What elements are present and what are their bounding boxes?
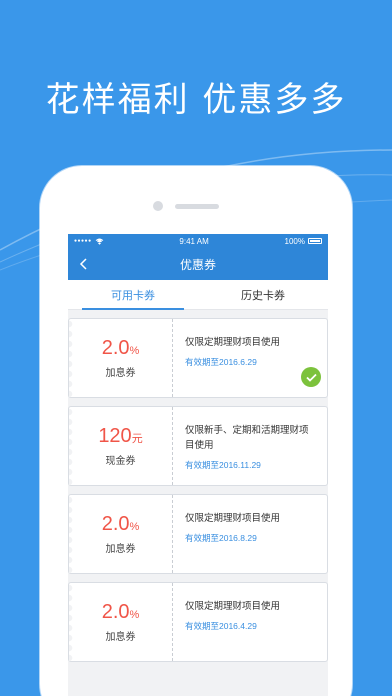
navbar: 优惠券 xyxy=(68,248,328,280)
coupon-validity: 有效期至2016.6.29 xyxy=(185,357,257,367)
page-title: 优惠券 xyxy=(179,257,216,272)
coupon-type: 现金券 xyxy=(105,455,136,467)
status-time: 9:41 AM xyxy=(179,236,209,246)
coupon-type: 加息券 xyxy=(105,367,136,379)
coupon-description: 仅限定期理财项目使用 xyxy=(185,337,281,348)
coupon-info: 仅限定期理财项目使用 有效期至2016.8.29 xyxy=(173,495,327,573)
coupon-card[interactable]: 2.0% 加息券 仅限定期理财项目使用 有效期至2016.8.29 xyxy=(68,494,328,574)
chevron-left-icon[interactable] xyxy=(74,254,92,274)
coupon-amount: 120元 xyxy=(98,424,143,447)
status-bar: ●●●●● 9:41 AM 100% xyxy=(68,234,328,248)
phone-speaker xyxy=(175,204,219,209)
coupon-amount: 2.0% xyxy=(101,600,140,623)
coupon-description: 仅限定期理财项目使用 xyxy=(185,513,281,524)
coupon-info: 仅限定期理财项目使用 有效期至2016.6.29 xyxy=(173,319,327,397)
phone-frame: ●●●●● 9:41 AM 100% 优惠券 可用卡券 历史卡券 2.0% 加息… xyxy=(40,166,352,696)
coupon-edge xyxy=(69,407,76,485)
coupon-value-panel: 2.0% 加息券 xyxy=(69,495,173,573)
coupon-value-panel: 2.0% 加息券 xyxy=(69,583,173,661)
coupon-list: 2.0% 加息券 仅限定期理财项目使用 有效期至2016.6.29 120元 现… xyxy=(68,310,328,662)
promo-headline: 花样福利 优惠多多 xyxy=(45,80,347,120)
signal-icon: ●●●●● xyxy=(74,238,92,244)
coupon-value-panel: 2.0% 加息券 xyxy=(69,319,173,397)
wifi-icon xyxy=(95,237,103,245)
checkmark-icon xyxy=(301,367,321,387)
coupon-card[interactable]: 2.0% 加息券 仅限定期理财项目使用 有效期至2016.6.29 xyxy=(68,318,328,398)
phone-camera xyxy=(153,201,163,211)
app-screen: ●●●●● 9:41 AM 100% 优惠券 可用卡券 历史卡券 2.0% 加息… xyxy=(68,234,328,696)
coupon-info: 仅限新手、定期和活期理财项目使用 有效期至2016.11.29 xyxy=(173,407,327,485)
coupon-edge xyxy=(69,319,76,397)
coupon-type: 加息券 xyxy=(105,543,136,555)
coupon-validity: 有效期至2016.4.29 xyxy=(185,621,257,631)
coupon-description: 仅限定期理财项目使用 xyxy=(185,601,281,612)
tab-available-coupons[interactable]: 可用卡券 xyxy=(68,280,198,310)
tab-history-coupons[interactable]: 历史卡券 xyxy=(198,280,328,309)
coupon-card[interactable]: 120元 现金券 仅限新手、定期和活期理财项目使用 有效期至2016.11.29 xyxy=(68,406,328,486)
coupon-card[interactable]: 2.0% 加息券 仅限定期理财项目使用 有效期至2016.4.29 xyxy=(68,582,328,662)
coupon-value-panel: 120元 现金券 xyxy=(69,407,173,485)
coupon-edge xyxy=(69,583,76,661)
coupon-validity: 有效期至2016.8.29 xyxy=(185,533,257,543)
coupon-type: 加息券 xyxy=(105,631,136,643)
battery-percent: 100% xyxy=(284,236,305,246)
coupon-amount: 2.0% xyxy=(101,512,140,535)
battery-icon xyxy=(308,238,322,244)
coupon-edge xyxy=(69,495,76,573)
coupon-info: 仅限定期理财项目使用 有效期至2016.4.29 xyxy=(173,583,327,661)
coupon-validity: 有效期至2016.11.29 xyxy=(185,460,261,470)
tab-bar: 可用卡券 历史卡券 xyxy=(68,280,328,310)
coupon-description: 仅限新手、定期和活期理财项目使用 xyxy=(185,425,309,451)
coupon-amount: 2.0% xyxy=(101,336,140,359)
